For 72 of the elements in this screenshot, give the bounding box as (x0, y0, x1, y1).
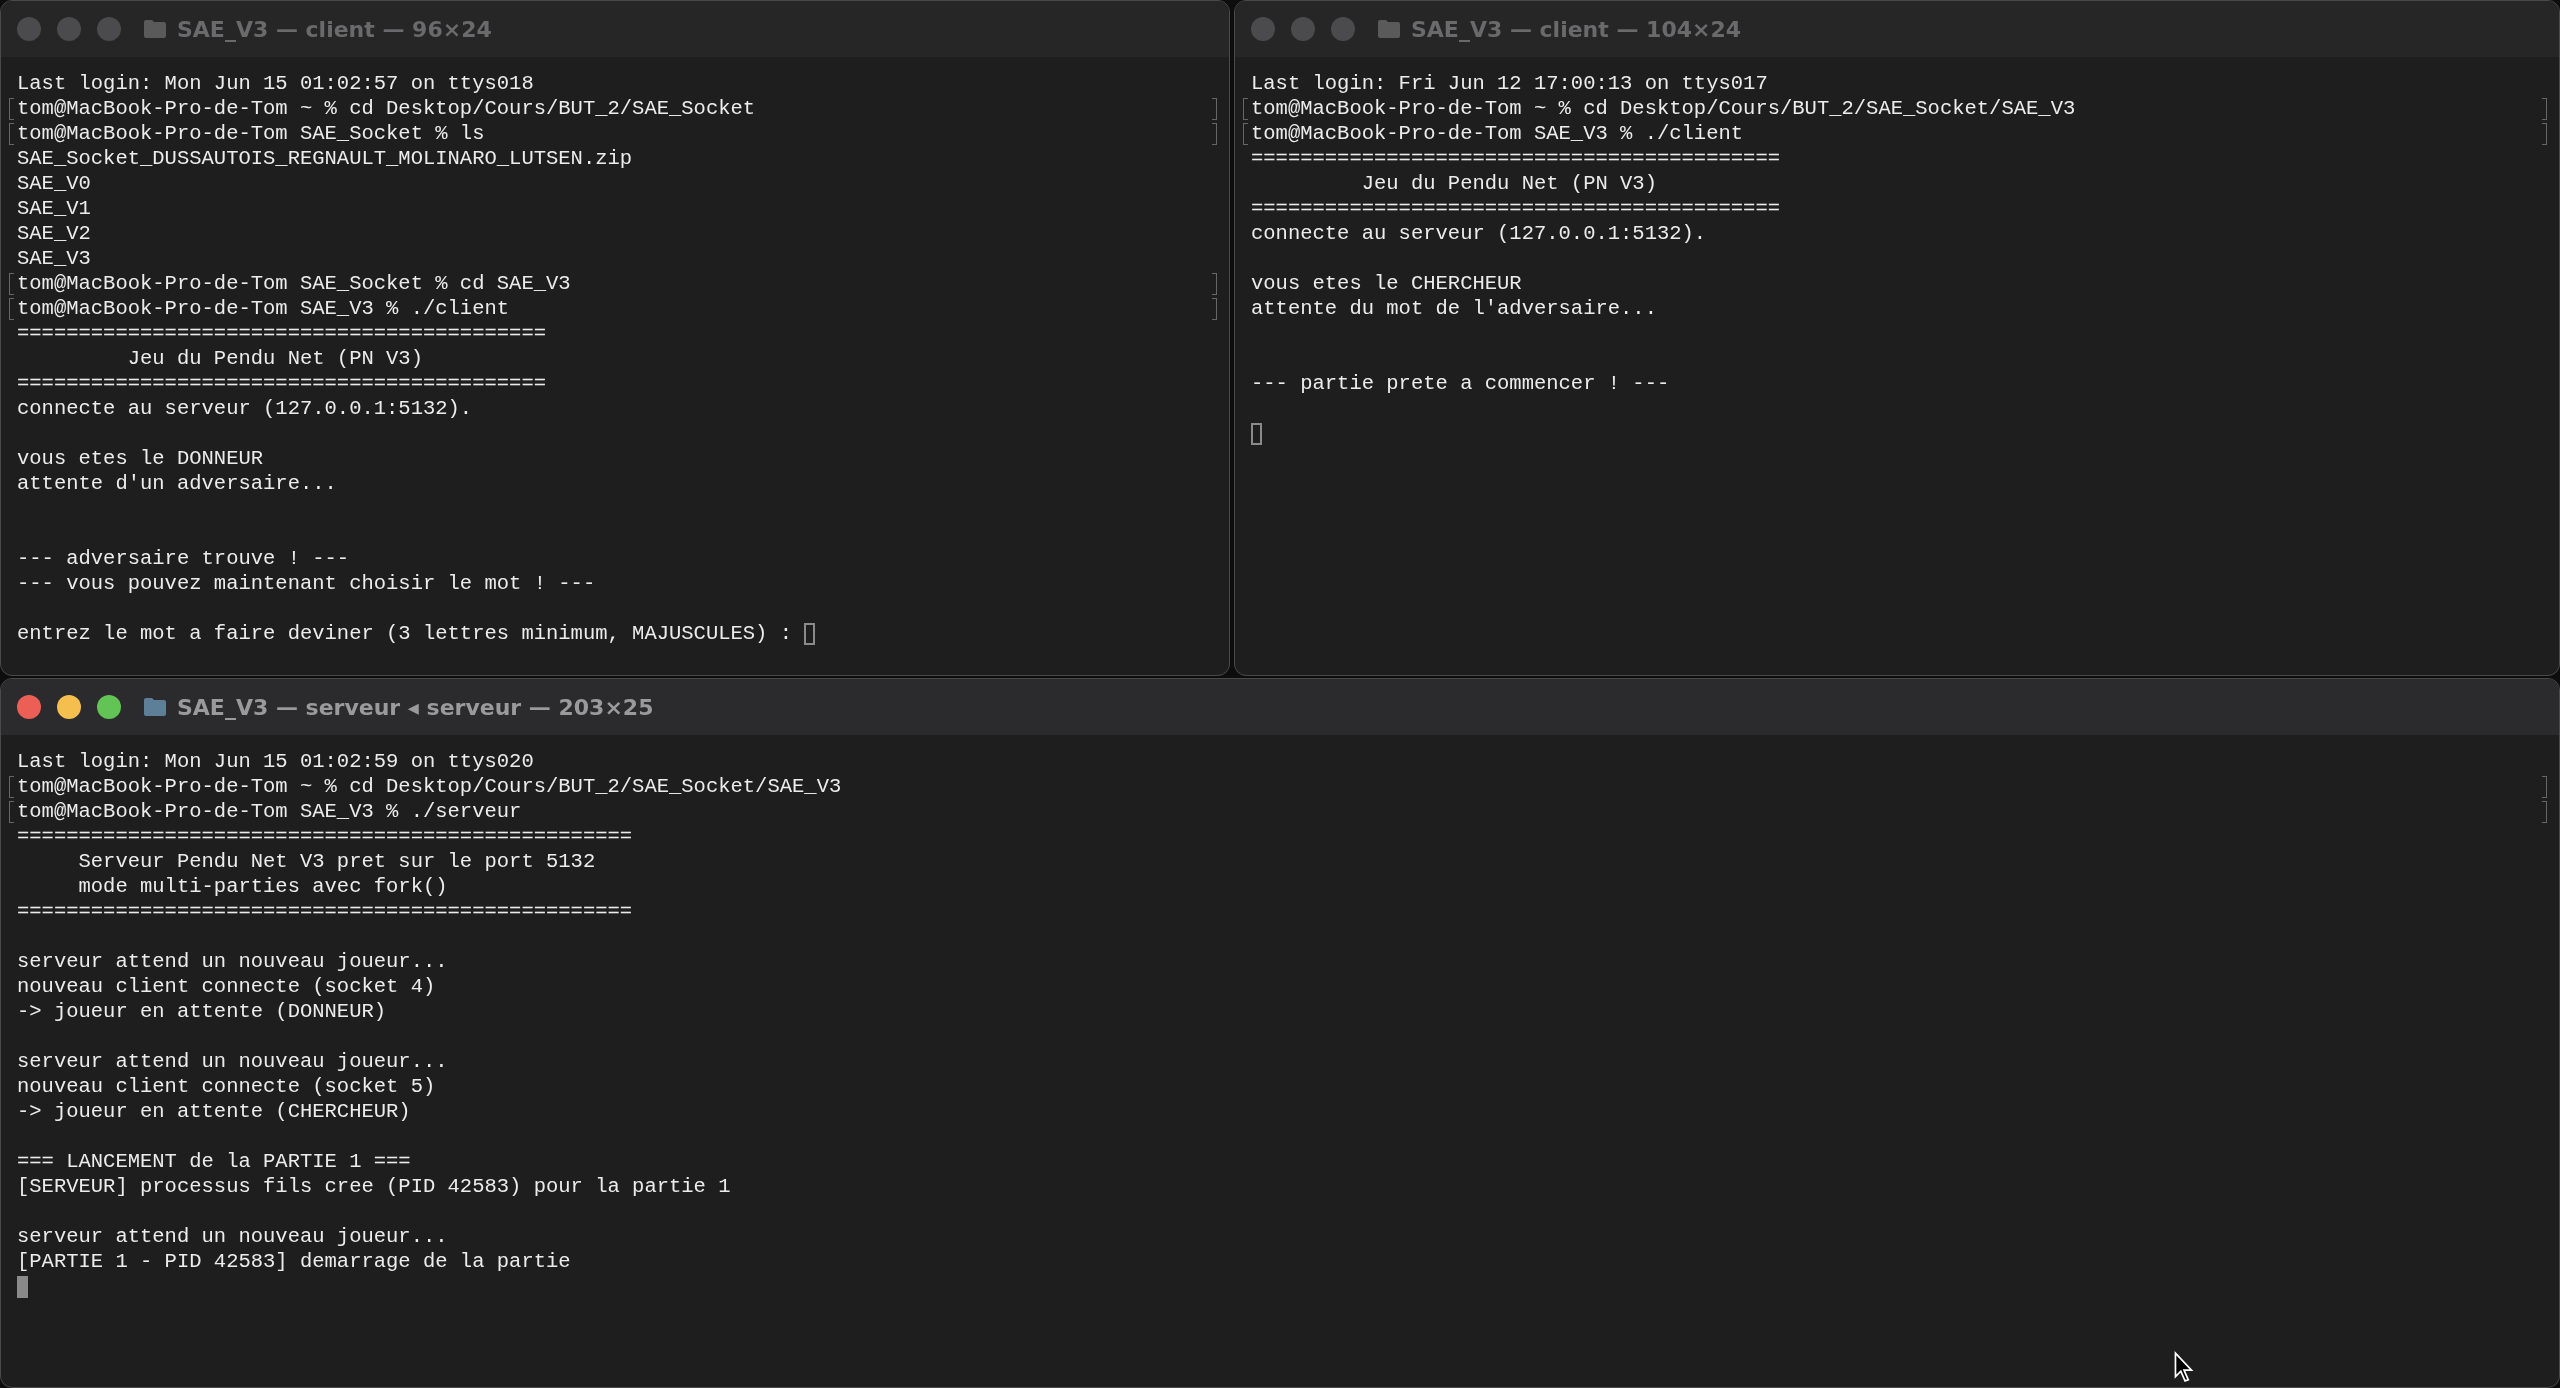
output-line: connecte au serveur (127.0.0.1:5132). (1251, 221, 1707, 246)
output-line: serveur attend un nouveau joueur... (17, 949, 448, 974)
output-line: Last login: Fri Jun 12 17:00:13 on ttys017 (1251, 71, 1768, 96)
line-mark-icon (1212, 98, 1217, 120)
output-line: connecte au serveur (127.0.0.1:5132). (17, 396, 473, 421)
command-line: tom@MacBook-Pro-de-Tom SAE_Socket % ls (17, 121, 485, 146)
output-line: vous etes le CHERCHEUR (1251, 271, 1522, 296)
minimize-button[interactable] (57, 695, 81, 719)
line-mark-icon (2542, 801, 2547, 823)
output-line: --- adversaire trouve ! --- (17, 546, 350, 571)
line-mark-icon (1212, 273, 1217, 295)
line-mark-icon (2542, 98, 2547, 120)
output-line: mode multi-parties avec fork() (77, 874, 448, 899)
output-line: vous etes le DONNEUR (17, 446, 264, 471)
command-line: tom@MacBook-Pro-de-Tom SAE_V3 % ./serveur (17, 799, 522, 824)
output-line: -> joueur en attente (CHERCHEUR) (17, 1099, 411, 1124)
output-line: Last login: Mon Jun 15 01:02:59 on ttys020 (17, 749, 534, 774)
command-line: tom@MacBook-Pro-de-Tom ~ % cd Desktop/Cours/BUT_2/SAE_Socket (17, 96, 756, 121)
output-line: ================================================== (17, 899, 633, 924)
line-mark-icon (9, 273, 14, 295)
output-line: SAE_V0 (17, 171, 91, 196)
output-line: [SERVEUR] processus fils cree (PID 42583) pour la partie 1 (17, 1174, 731, 1199)
folder-icon (1377, 19, 1401, 39)
folder-icon (143, 697, 167, 717)
zoom-button[interactable] (97, 695, 121, 719)
output-line: Last login: Mon Jun 15 01:02:57 on ttys018 (17, 71, 534, 96)
mouse-pointer-icon (2173, 1351, 2195, 1383)
command-line: tom@MacBook-Pro-de-Tom ~ % cd Desktop/Cours/BUT_2/SAE_Socket/SAE_V3 (1251, 96, 2076, 121)
window-title: SAE_V3 — client — 104×24 (1411, 16, 1742, 42)
output-line: Jeu du Pendu Net (PN V3) (126, 346, 423, 371)
close-button[interactable] (17, 695, 41, 719)
line-mark-icon (9, 776, 14, 798)
line-mark-icon (1212, 298, 1217, 320)
output-line: attente d'un adversaire... (17, 471, 337, 496)
output-line: --- partie prete a commencer ! --- (1251, 371, 1670, 396)
folder-icon (143, 19, 167, 39)
output-line: =========================================== (1251, 196, 1780, 221)
output-line: Serveur Pendu Net V3 pret sur le port 5132 (77, 849, 596, 874)
output-line: =========================================== (1251, 146, 1780, 171)
output-line: SAE_V3 (17, 246, 91, 271)
output-line: [PARTIE 1 - PID 42583] demarrage de la partie (17, 1249, 571, 1274)
line-mark-icon (1243, 98, 1248, 120)
line-mark-icon (9, 98, 14, 120)
command-line: tom@MacBook-Pro-de-Tom SAE_Socket % cd SAE_V3 (17, 271, 571, 296)
window-title: SAE_V3 — serveur ◂ serveur — 203×25 (177, 694, 654, 720)
output-line: serveur attend un nouveau joueur... (17, 1049, 448, 1074)
command-line: tom@MacBook-Pro-de-Tom SAE_V3 % ./client (1251, 121, 1744, 146)
line-mark-icon (9, 801, 14, 823)
output-line: SAE_V1 (17, 196, 91, 221)
output-line: SAE_Socket_DUSSAUTOIS_REGNAULT_MOLINARO_LUTSEN.zip (17, 146, 633, 171)
output-line: =========================================== (17, 321, 546, 346)
output-line: --- vous pouvez maintenant choisir le mot ! --- (17, 571, 596, 596)
output-line: attente du mot de l'adversaire... (1251, 296, 1657, 321)
output-line: === LANCEMENT de la PARTIE 1 === (17, 1149, 411, 1174)
line-mark-icon (1243, 123, 1248, 145)
output-line: -> joueur en attente (DONNEUR) (17, 999, 387, 1024)
prompt-line: entrez le mot a faire deviner (3 lettres minimum, MAJUSCULES) : (17, 621, 794, 646)
command-line: tom@MacBook-Pro-de-Tom SAE_V3 % ./client (17, 296, 510, 321)
output-line: Jeu du Pendu Net (PN V3) (1360, 171, 1657, 196)
output-line: SAE_V2 (17, 221, 91, 246)
line-mark-icon (9, 123, 14, 145)
output-line: =========================================== (17, 371, 546, 396)
output-line: nouveau client connecte (socket 5) (17, 1074, 436, 1099)
line-mark-icon (2542, 123, 2547, 145)
output-line: ================================================== (17, 824, 633, 849)
line-mark-icon (9, 298, 14, 320)
line-mark-icon (1212, 123, 1217, 145)
window-title: SAE_V3 — client — 96×24 (177, 16, 492, 42)
output-line: nouveau client connecte (socket 4) (17, 974, 436, 999)
line-mark-icon (2542, 776, 2547, 798)
output-line: serveur attend un nouveau joueur... (17, 1224, 448, 1249)
command-line: tom@MacBook-Pro-de-Tom ~ % cd Desktop/Cours/BUT_2/SAE_Socket/SAE_V3 (17, 774, 842, 799)
